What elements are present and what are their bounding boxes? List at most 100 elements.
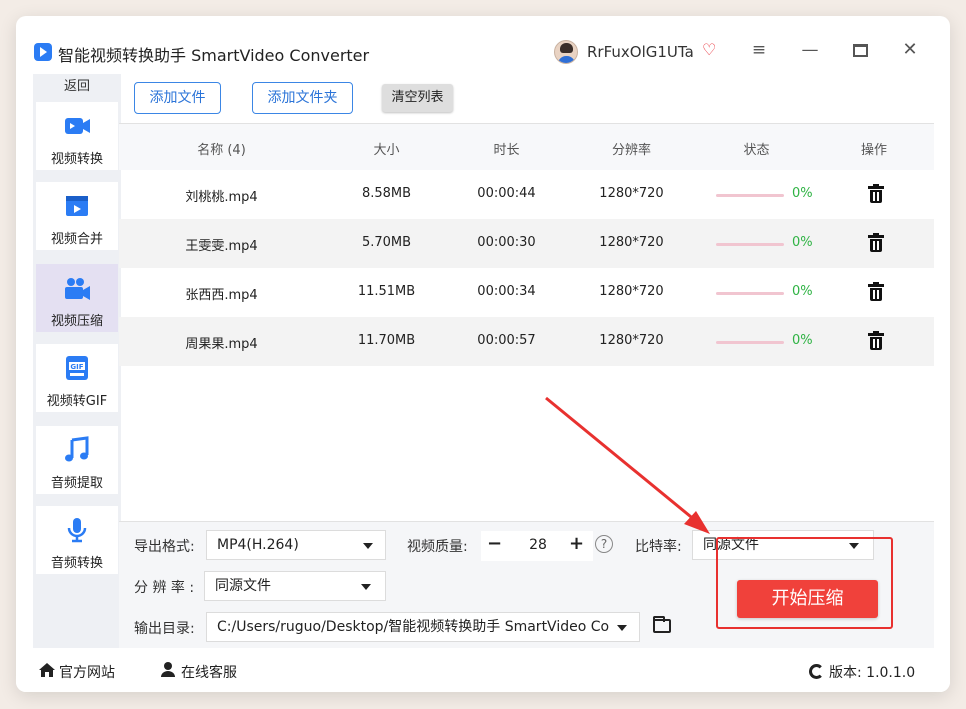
sidebar-item-label: 视频压缩 [50,314,103,329]
column-header-resolution[interactable]: 分辨率 [564,139,699,158]
resolution-value: 同源文件 [215,578,271,594]
table-row[interactable]: 王雯雯.mp4 5.70MB 00:00:30 1280*720 0% [119,219,934,268]
file-resolution: 1280*720 [599,333,664,348]
user-icon [161,662,175,677]
sidebar-item-label: 音频转换 [50,556,103,571]
sidebar-item-label: 视频转GIF [46,394,108,409]
version-label: 版本: 1.0.1.0 [829,665,916,681]
file-resolution: 1280*720 [599,284,664,299]
menu-icon[interactable]: ≡ [747,38,771,62]
official-website-link[interactable]: 官方网站 [59,662,115,682]
title-bar: 智能视频转换助手 SmartVideo Converter RrFuxOlG1U… [16,16,950,72]
trash-icon[interactable] [868,233,884,253]
video-merge-icon [66,196,88,216]
sidebar-item-video-compress[interactable]: 视频压缩 [36,264,118,332]
minimize-icon[interactable]: — [798,38,822,62]
column-header-status: 状态 [743,143,770,158]
trash-icon[interactable] [868,282,884,302]
sidebar-item-video-convert[interactable]: 视频转换 [36,102,118,170]
vip-diamond-icon[interactable]: ♡ [702,40,716,59]
format-select[interactable]: MP4(H.264) [206,530,386,560]
file-name: 周果果.mp4 [185,337,258,352]
file-name: 张西西.mp4 [185,288,258,303]
home-icon [39,663,55,677]
file-size: 11.70MB [357,333,416,348]
table-header: 名称 (4) 大小 时长 分辨率 状态 操作 [119,124,934,170]
table-row[interactable]: 刘桃桃.mp4 8.58MB 00:00:44 1280*720 0% [119,170,934,219]
start-compress-button[interactable]: 开始压缩 [737,580,878,618]
sidebar-item-audio-convert[interactable]: 音频转换 [36,506,118,574]
file-name: 王雯雯.mp4 [185,239,258,254]
clear-list-button[interactable]: 清空列表 [382,84,453,112]
quality-stepper[interactable]: − 28 + [481,531,593,561]
output-dir-select[interactable]: C:/Users/ruguo/Desktop/智能视频转换助手 SmartVid… [206,612,640,642]
file-size: 5.70MB [361,235,412,250]
progress-percent: 0% [792,284,813,299]
folder-icon[interactable] [653,616,671,633]
sidebar-item-label: 音频提取 [50,476,103,491]
video-convert-icon [65,118,90,134]
quality-value[interactable]: 28 [521,537,555,553]
maximize-icon[interactable] [848,38,872,62]
progress-percent: 0% [792,333,813,348]
table-row[interactable]: 张西西.mp4 11.51MB 00:00:34 1280*720 0% [119,268,934,317]
user-name[interactable]: RrFuxOlG1UTa [587,43,694,61]
output-dir-value: C:/Users/ruguo/Desktop/智能视频转换助手 SmartVid… [217,619,610,635]
column-header-actions: 操作 [860,143,887,158]
file-duration: 00:00:44 [477,186,536,201]
music-note-icon [65,436,89,462]
app-logo-icon [34,43,52,61]
user-avatar[interactable] [554,40,578,64]
format-label: 导出格式: [134,539,195,555]
resolution-label: 分 辨 率 : [134,580,195,596]
video-compress-icon [65,278,90,300]
column-header-size[interactable]: 大小 [324,139,449,158]
app-title: 智能视频转换助手 SmartVideo Converter [58,46,370,65]
file-duration: 00:00:30 [477,235,536,250]
file-size: 8.58MB [361,186,412,201]
column-header-name[interactable]: 名称 (4) [119,139,324,158]
progress-bar [716,194,784,197]
plus-button[interactable]: + [569,533,584,554]
progress-percent: 0% [792,235,813,250]
refresh-icon[interactable] [809,664,824,679]
output-dir-label: 输出目录: [134,621,195,637]
close-icon[interactable]: ✕ [898,38,922,62]
bitrate-label: 比特率: [635,539,682,555]
sidebar-item-audio-extract[interactable]: 音频提取 [36,426,118,494]
trash-icon[interactable] [868,331,884,351]
sidebar-item-video-to-gif[interactable]: GIF 视频转GIF [36,344,118,412]
table-row[interactable]: 周果果.mp4 11.70MB 00:00:57 1280*720 0% [119,317,934,366]
format-value: MP4(H.264) [217,537,299,553]
add-folder-button[interactable]: 添加文件夹 [252,82,353,114]
svg-text:GIF: GIF [70,363,83,371]
file-size: 11.51MB [357,284,416,299]
resolution-select[interactable]: 同源文件 [204,571,386,601]
trash-icon[interactable] [868,184,884,204]
add-file-button[interactable]: 添加文件 [134,82,221,114]
progress-percent: 0% [792,186,813,201]
progress-bar [716,292,784,295]
sidebar: 返回 视频转换 视频合并 视频压缩 GIF 视频转GIF 音频提取 音频转换 [33,74,121,662]
sidebar-item-label: 视频转换 [50,152,103,167]
sidebar-item-label: 视频合并 [50,232,103,247]
back-button[interactable]: 返回 [33,74,121,100]
progress-bar [716,341,784,344]
file-duration: 00:00:34 [477,284,536,299]
microphone-icon [67,518,87,543]
file-resolution: 1280*720 [599,235,664,250]
progress-bar [716,243,784,246]
column-header-duration[interactable]: 时长 [449,139,564,158]
chevron-down-icon [363,543,373,549]
chevron-down-icon [617,625,627,631]
app-window: 智能视频转换助手 SmartVideo Converter RrFuxOlG1U… [16,16,950,692]
file-duration: 00:00:57 [477,333,536,348]
file-table: 名称 (4) 大小 时长 分辨率 状态 操作 刘桃桃.mp4 8.58MB 00… [119,124,934,366]
online-support-link[interactable]: 在线客服 [181,662,237,682]
sidebar-item-video-merge[interactable]: 视频合并 [36,182,118,250]
footer: 官方网站 在线客服 版本: 1.0.1.0 [16,648,950,692]
help-icon[interactable]: ? [595,535,613,553]
minus-button[interactable]: − [487,533,502,554]
file-name: 刘桃桃.mp4 [185,190,258,205]
file-resolution: 1280*720 [599,186,664,201]
